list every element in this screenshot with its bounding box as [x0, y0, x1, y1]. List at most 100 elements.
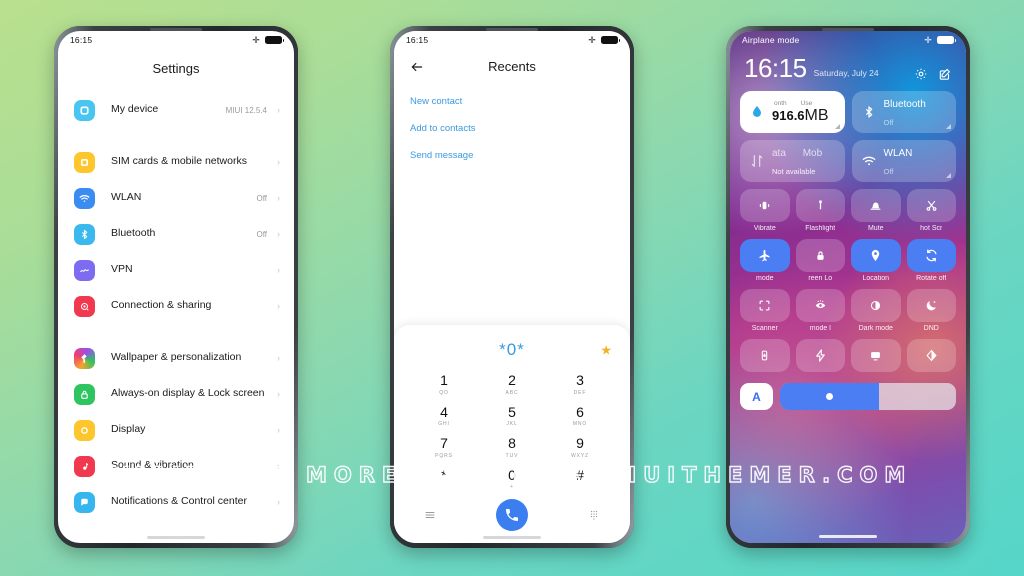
send-message-action[interactable]: Send message [410, 142, 614, 169]
dialed-number[interactable]: *0* [499, 340, 525, 360]
toggle-mute[interactable]: Mute [851, 189, 901, 232]
toggle-reading-mode[interactable]: mode l [795, 289, 845, 332]
toggle-screenshot[interactable]: hot Scr [906, 189, 956, 232]
toggle-label: mode [755, 275, 774, 282]
settings-row-display[interactable]: Display › [58, 412, 294, 448]
sim-card-icon [74, 151, 95, 173]
dialpad-key-hash[interactable]: # [546, 464, 614, 493]
settings-row-connection-sharing[interactable]: Connection & sharing › [58, 288, 294, 324]
key-digit: 5 [508, 403, 516, 420]
brightness-slider[interactable] [780, 383, 956, 410]
home-indicator [147, 536, 205, 539]
card-resize-corner [946, 124, 951, 129]
settings-row-wlan[interactable]: WLAN Off › [58, 180, 294, 216]
dialpad-key-1[interactable]: 1 QO [410, 369, 478, 398]
dialpad-key-4[interactable]: 4 GHI [410, 401, 478, 430]
toggle-location[interactable]: Location [851, 239, 901, 282]
settings-row-sound-vibration[interactable]: Sound & vibration › [58, 448, 294, 484]
toggle-power[interactable] [795, 339, 845, 375]
settings-row-wallpaper[interactable]: Wallpaper & personalization › [58, 340, 294, 376]
speaker-grille [150, 28, 202, 31]
edit-icon[interactable] [938, 67, 952, 81]
call-button[interactable] [496, 499, 528, 531]
dialpad-key-star[interactable]: * [410, 464, 478, 493]
settings-row-sim-cards[interactable]: SIM cards & mobile networks › [58, 144, 294, 180]
connection-sharing-icon [74, 295, 95, 317]
water-drop-icon [749, 104, 765, 120]
moon-icon [906, 289, 956, 322]
key-letters: PQRS [435, 452, 453, 459]
key-digit: 6 [576, 403, 584, 420]
toggle-cast[interactable] [851, 339, 901, 375]
auto-brightness-button[interactable]: A [740, 383, 773, 410]
add-to-contacts-action[interactable]: Add to contacts [410, 115, 614, 142]
data-usage-card[interactable]: onth Use 916.6MB [740, 91, 845, 133]
dialpad-key-2[interactable]: 2 ABC [478, 369, 546, 398]
dialpad-key-0[interactable]: 0 + [478, 464, 546, 493]
brightness-row: A [740, 383, 956, 410]
dialpad-key-7[interactable]: 7 PQRS [410, 432, 478, 461]
dialpad-key-5[interactable]: 5 JKL [478, 401, 546, 430]
card-resize-corner [946, 173, 951, 178]
toggle-lock-screen[interactable]: reen Lo [795, 239, 845, 282]
toggle-label: Vibrate [753, 225, 776, 232]
clock-date: Saturday, July 24 [813, 68, 879, 78]
display-icon [74, 419, 95, 441]
settings-row-label: VPN [111, 263, 133, 276]
key-letters: ABC [505, 389, 519, 396]
toggle-scanner[interactable]: Scanner [740, 289, 790, 332]
settings-row-my-device[interactable]: My device MIUI 12.5.4 › [58, 92, 294, 128]
dialpad-key-9[interactable]: 9 WXYZ [546, 432, 614, 461]
dialpad-toggle-icon[interactable] [588, 509, 600, 521]
settings-row-notifications[interactable]: Notifications & Control center › [58, 484, 294, 520]
dialpad-key-8[interactable]: 8 TUV [478, 432, 546, 461]
control-toggle-grid: Vibrate Flashlight Mute hot Scr mode ree… [740, 189, 956, 375]
notifications-icon [74, 491, 95, 513]
settings-row-vpn[interactable]: VPN › [58, 252, 294, 288]
statusbar-icons: ✛ [588, 35, 620, 45]
settings-row-bluetooth[interactable]: Bluetooth Off › [58, 216, 294, 252]
gear-icon[interactable] [914, 67, 928, 81]
toggle-flashlight[interactable]: Flashlight [795, 189, 845, 232]
keypad-sheet: *0* ★ 1 QO 2 ABC 3 DEF 4 GHI 5 JKL 6 MNO… [394, 325, 630, 543]
device-icon [74, 99, 95, 121]
phone-control-center: Airplane mode ✛ 16:15 Saturday, July 24 [726, 26, 970, 548]
sound-icon [74, 455, 95, 477]
settings-statusbar: 16:15 ✛ [58, 31, 294, 49]
dialer-statusbar: 16:15 ✛ [394, 31, 630, 49]
chevron-right-icon: › [277, 497, 280, 507]
toggle-label: Dark mode [858, 325, 893, 332]
toggle-contrast[interactable] [906, 339, 956, 375]
dialpad-key-6[interactable]: 6 MNO [546, 401, 614, 430]
back-arrow-icon[interactable] [410, 60, 424, 74]
toggle-vibrate[interactable]: Vibrate [740, 189, 790, 232]
menu-icon[interactable] [424, 509, 436, 521]
statusbar-icons: ✛ [252, 35, 284, 45]
clock-time: 16:15 [744, 53, 807, 83]
bluetooth-icon [861, 104, 877, 120]
home-indicator [483, 536, 541, 539]
dialpad-key-3[interactable]: 3 DEF [546, 369, 614, 398]
page-title: Recents [488, 59, 536, 74]
toggle-dnd[interactable]: DND [906, 289, 956, 332]
toggle-label: mode l [809, 325, 831, 332]
new-contact-action[interactable]: New contact [410, 88, 614, 115]
mobile-data-card[interactable]: ata Mob Not available [740, 140, 845, 182]
key-letters [546, 484, 614, 490]
control-center-screen: Airplane mode ✛ 16:15 Saturday, July 24 [730, 31, 966, 543]
wlan-card-text: WLAN Off [884, 143, 913, 179]
settings-row-always-on-display[interactable]: Always-on display & Lock screen › [58, 376, 294, 412]
wlan-card[interactable]: WLAN Off [851, 140, 956, 182]
bluetooth-card[interactable]: Bluetooth Off [851, 91, 956, 133]
toggle-airplane-mode[interactable]: mode [740, 239, 790, 282]
toggle-battery-saver[interactable] [740, 339, 790, 375]
toggle-rotate[interactable]: Rotate off [906, 239, 956, 282]
settings-row-label: SIM cards & mobile networks [111, 155, 247, 168]
settings-row-value: Off [256, 193, 267, 203]
rotate-icon [906, 239, 956, 272]
settings-row-label: Notifications & Control center [111, 495, 247, 508]
settings-row-label: My device [111, 103, 159, 116]
star-favorite-icon[interactable]: ★ [600, 344, 612, 357]
data-usage-period-label: onth [774, 99, 787, 107]
toggle-dark-mode[interactable]: Dark mode [851, 289, 901, 332]
